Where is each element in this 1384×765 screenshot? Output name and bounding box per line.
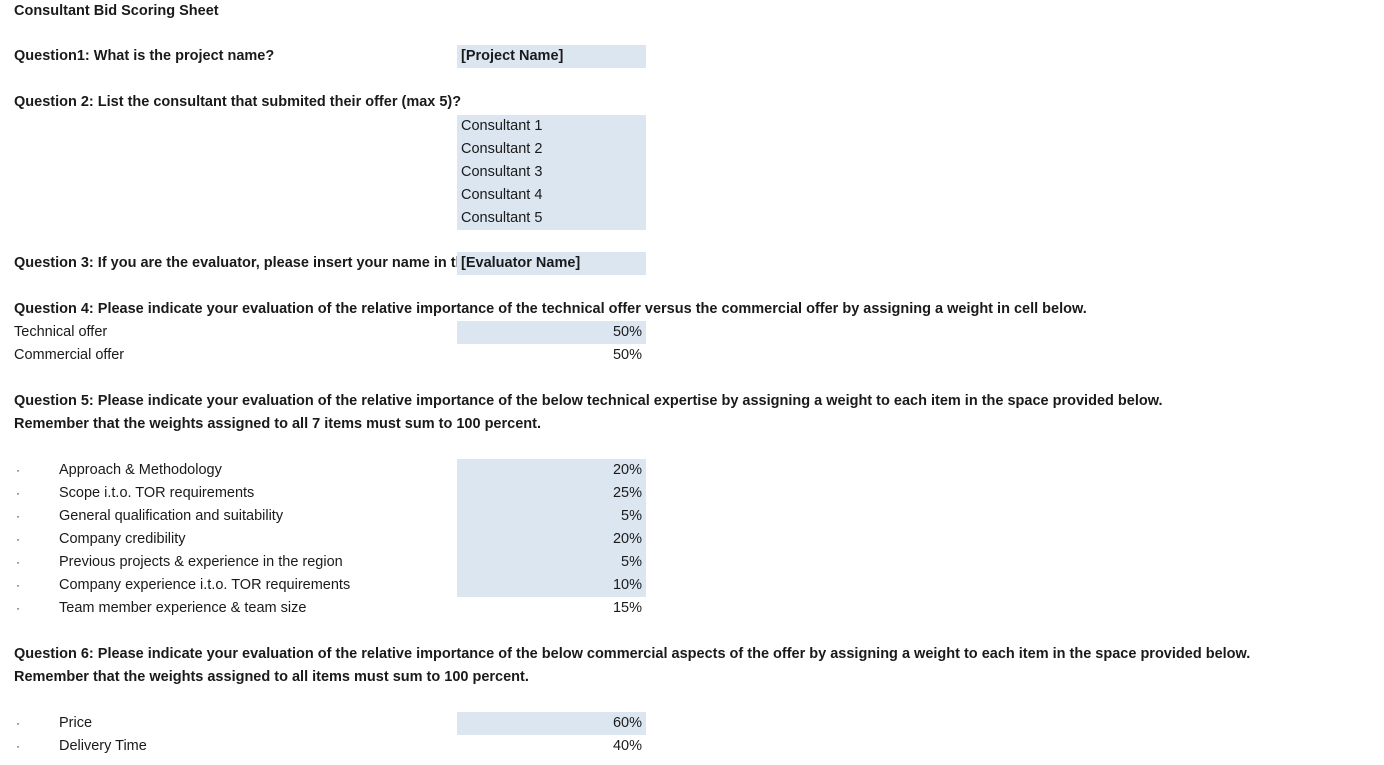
project-name-cell[interactable]: [Project Name]	[457, 45, 646, 68]
consultant-item-3[interactable]: Consultant 3	[461, 161, 542, 184]
commercial-item-2-label: Delivery Time	[59, 738, 147, 754]
technical-item-row: · Scope i.t.o. TOR requirements	[0, 482, 1384, 505]
question-3-label-clip: Question 3: If you are the evaluator, pl…	[0, 252, 457, 275]
technical-item-1-label: Approach & Methodology	[59, 462, 222, 478]
technical-item-row: · Company credibility	[0, 528, 1384, 551]
commercial-offer-label: Commercial offer	[14, 347, 125, 363]
question-6-label-line1: Question 6: Please indicate your evaluat…	[14, 646, 1251, 662]
technical-item-row: · Company experience i.t.o. TOR requirem…	[0, 574, 1384, 597]
bullet-icon: ·	[16, 578, 20, 592]
technical-item-5-label: Previous projects & experience in the re…	[59, 554, 343, 570]
consultant-item-4[interactable]: Consultant 4	[461, 184, 542, 207]
evaluator-name-value: [Evaluator Name]	[461, 255, 581, 271]
technical-item-3-label: General qualification and suitability	[59, 508, 284, 524]
commercial-offer-weight-cell[interactable]: 50%	[457, 344, 646, 367]
technical-weight-7: 15%	[612, 600, 642, 616]
page-title: Consultant Bid Scoring Sheet	[14, 3, 219, 19]
question-1-row: Question1: What is the project name? [Pr…	[0, 45, 1384, 68]
technical-weight-7-cell[interactable]: 15%	[457, 597, 646, 620]
commercial-offer-weight: 50%	[612, 347, 642, 363]
bullet-icon: ·	[16, 555, 20, 569]
technical-item-4-label: Company credibility	[59, 531, 186, 547]
evaluator-name-cell[interactable]: [Evaluator Name]	[457, 252, 646, 275]
question-5-label-line2: Remember that the weights assigned to al…	[14, 416, 541, 432]
question-5-label-line1: Question 5: Please indicate your evaluat…	[14, 393, 1163, 409]
bullet-icon: ·	[16, 532, 20, 546]
bullet-icon: ·	[16, 486, 20, 500]
commercial-weight-1: 60%	[612, 715, 642, 731]
question-4-label: Question 4: Please indicate your evaluat…	[14, 301, 1087, 317]
technical-offer-weight-cell[interactable]: 50%	[457, 321, 646, 344]
commercial-weight-2: 40%	[612, 738, 642, 754]
consultant-item-1[interactable]: Consultant 1	[461, 115, 542, 138]
bullet-icon: ·	[16, 739, 20, 753]
consultant-item-5[interactable]: Consultant 5	[461, 207, 542, 230]
technical-offer-label: Technical offer	[14, 324, 108, 340]
consultant-list-cell[interactable]: Consultant 1 Consultant 2 Consultant 3 C…	[457, 115, 646, 230]
bullet-icon: ·	[16, 463, 20, 477]
bullet-icon: ·	[16, 601, 20, 615]
technical-item-row: · Previous projects & experience in the …	[0, 551, 1384, 574]
commercial-offer-row: Commercial offer 50%	[0, 344, 1384, 367]
technical-item-2-label: Scope i.t.o. TOR requirements	[59, 485, 255, 501]
technical-item-row: · Team member experience & team size 15%	[0, 597, 1384, 620]
scoring-sheet: Consultant Bid Scoring Sheet Question1: …	[0, 0, 1384, 765]
project-name-value: [Project Name]	[461, 48, 564, 64]
commercial-item-1-label: Price	[59, 715, 93, 731]
question-3-row: Question 3: If you are the evaluator, pl…	[0, 252, 1384, 275]
technical-offer-row: Technical offer 50%	[0, 321, 1384, 344]
question-3-label: Question 3: If you are the evaluator, pl…	[14, 255, 457, 271]
bullet-icon: ·	[16, 716, 20, 730]
question-1-label: Question1: What is the project name?	[14, 48, 275, 64]
technical-offer-weight: 50%	[612, 324, 642, 340]
technical-item-7-label: Team member experience & team size	[59, 600, 307, 616]
commercial-item-row: · Price 60%	[0, 712, 1384, 735]
technical-item-row: · Approach & Methodology	[0, 459, 1384, 482]
question-2-label: Question 2: List the consultant that sub…	[14, 94, 462, 110]
commercial-item-row: · Delivery Time 40%	[0, 735, 1384, 758]
question-2-row: Question 2: List the consultant that sub…	[0, 91, 1384, 114]
question-6-label-line2: Remember that the weights assigned to al…	[14, 669, 529, 685]
technical-item-row: · General qualification and suitability	[0, 505, 1384, 528]
bullet-icon: ·	[16, 509, 20, 523]
consultant-item-2[interactable]: Consultant 2	[461, 138, 542, 161]
commercial-weight-2-cell[interactable]: 40%	[457, 735, 646, 758]
technical-item-6-label: Company experience i.t.o. TOR requiremen…	[59, 577, 351, 593]
commercial-weight-1-cell[interactable]: 60%	[457, 712, 646, 735]
